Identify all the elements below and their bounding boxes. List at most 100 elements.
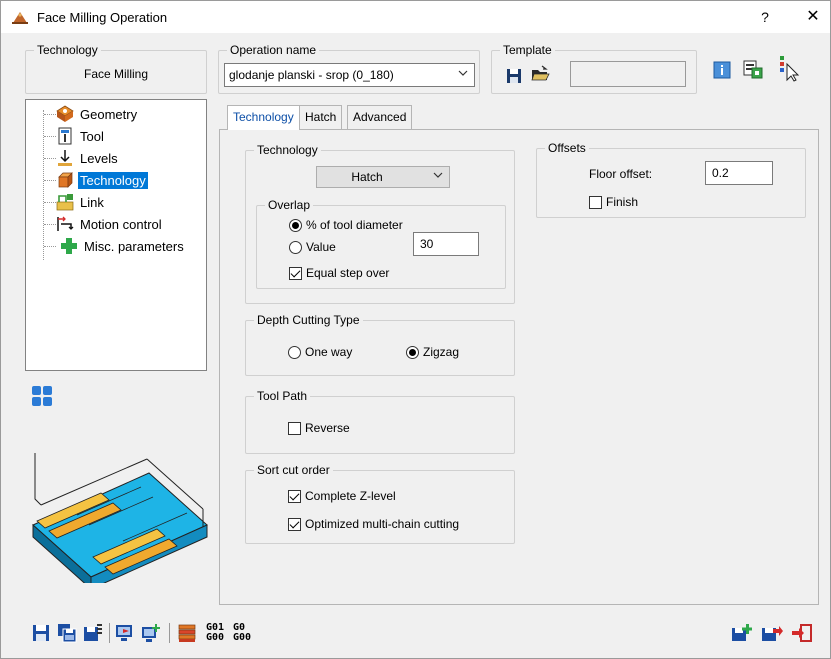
close-button[interactable]: ✕	[801, 6, 825, 28]
overlap-legend: Overlap	[265, 198, 314, 212]
finish-checkbox[interactable]: Finish	[589, 195, 638, 209]
calculate-add-icon[interactable]	[141, 623, 161, 643]
geometry-icon	[56, 105, 74, 122]
calculate-icon[interactable]	[115, 623, 135, 643]
checkbox-box	[289, 266, 302, 280]
app-icon	[12, 12, 28, 24]
toolbar-separator	[109, 623, 110, 643]
technology-mode-select[interactable]: Hatch	[316, 166, 450, 188]
add-operation-icon[interactable]	[731, 623, 753, 643]
template-box: Template	[491, 43, 697, 94]
hatch-preview-image	[32, 453, 208, 583]
overlap-group: Overlap % of tool diameter Value 30 Equa…	[256, 198, 506, 289]
save-all-icon[interactable]	[57, 623, 77, 643]
overlap-percent-radio[interactable]: % of tool diameter	[289, 218, 403, 232]
radio-dot	[406, 345, 419, 359]
overlap-value-field[interactable]: 30	[413, 232, 479, 256]
title-bar: Face Milling Operation ? ✕	[1, 1, 830, 33]
tree-item-label: Misc. parameters	[84, 238, 184, 254]
zigzag-radio[interactable]: Zigzag	[406, 345, 459, 359]
tree-item-misc-parameters[interactable]: Misc. parameters	[60, 236, 186, 256]
save-list-icon[interactable]	[83, 623, 103, 643]
reverse-checkbox[interactable]: Reverse	[288, 421, 350, 435]
template-legend: Template	[500, 43, 555, 57]
complete-z-level-label: Complete Z-level	[305, 489, 396, 503]
tree-hline	[44, 180, 56, 181]
overlap-value-radio[interactable]: Value	[289, 240, 336, 254]
technology-tab-panel: Technology Hatch Overlap % of tool diame…	[219, 129, 819, 605]
tab-hatch[interactable]: Hatch	[299, 105, 343, 129]
motion-control-icon	[57, 216, 74, 231]
tree-item-label: Tool	[80, 128, 104, 144]
tree-item-levels[interactable]: Levels	[56, 148, 120, 168]
operation-preview-icon[interactable]	[742, 58, 764, 80]
save-icon[interactable]	[31, 623, 51, 643]
radio-dot	[288, 345, 301, 359]
bottom-toolbar: G01 G00 G0 G00	[1, 605, 830, 657]
face-milling-window: Face Milling Operation ? ✕ Technology Fa…	[0, 0, 831, 659]
chevron-down-icon	[433, 172, 443, 178]
finish-label: Finish	[606, 195, 639, 209]
sort-cut-order-group: Sort cut order Complete Z-level Optimize…	[245, 463, 515, 544]
help-button[interactable]: ?	[753, 6, 777, 28]
open-template-icon[interactable]	[530, 64, 550, 84]
operation-name-select[interactable]: glodanje planski - srop (0_180)	[224, 63, 475, 87]
operation-name-box: Operation name glodanje planski - srop (…	[218, 43, 480, 94]
window-title: Face Milling Operation	[37, 10, 168, 25]
equal-step-checkbox[interactable]: Equal step over	[289, 266, 389, 280]
tree-hline	[44, 224, 56, 225]
floor-offset-field[interactable]: 0.2	[705, 161, 773, 185]
one-way-radio[interactable]: One way	[288, 345, 352, 359]
depth-cutting-legend: Depth Cutting Type	[254, 313, 363, 327]
stock-layers-icon[interactable]	[177, 623, 197, 643]
checkbox-box	[589, 195, 602, 209]
technology-info-box: Technology Face Milling	[25, 43, 207, 94]
sort-cut-order-legend: Sort cut order	[254, 463, 333, 477]
gcode-button-g00[interactable]: G0 G00	[233, 623, 251, 643]
tree-hline	[44, 114, 56, 115]
template-name-field[interactable]	[570, 61, 686, 87]
zigzag-label: Zigzag	[423, 345, 460, 359]
toolbar-separator	[169, 623, 170, 643]
checkbox-box	[288, 421, 301, 435]
optimized-multi-chain-checkbox[interactable]: Optimized multi-chain cutting	[288, 517, 459, 531]
levels-icon	[58, 150, 72, 166]
save-exit-icon[interactable]	[761, 623, 783, 643]
checkbox-box	[288, 517, 301, 531]
technology-info-legend: Technology	[34, 43, 101, 57]
complete-z-level-checkbox[interactable]: Complete Z-level	[288, 489, 396, 503]
tab-technology[interactable]: Technology	[227, 105, 300, 130]
operation-name-value: glodanje planski - srop (0_180)	[229, 68, 394, 82]
gcode-label: G00	[206, 632, 225, 643]
tree-item-label: Link	[80, 194, 104, 210]
gcode-button-g01[interactable]: G01 G00	[206, 623, 224, 643]
tree-hline	[44, 158, 56, 159]
tool-path-legend: Tool Path	[254, 389, 311, 403]
tree-item-geometry[interactable]: Geometry	[56, 104, 139, 124]
offsets-group: Offsets Floor offset: 0.2 Finish	[536, 141, 806, 218]
plus-icon	[61, 238, 77, 254]
tree-item-technology[interactable]: Technology	[56, 170, 148, 190]
tab-advanced[interactable]: Advanced	[347, 105, 413, 129]
technology-group: Technology Hatch Overlap % of tool diame…	[245, 143, 515, 304]
gcode-label: G00	[233, 632, 252, 643]
tree-item-motion-control[interactable]: Motion control	[56, 214, 164, 234]
link-icon	[56, 194, 74, 211]
tree-item-tool[interactable]: Tool	[56, 126, 106, 146]
technology-group-legend: Technology	[254, 143, 321, 157]
reverse-label: Reverse	[305, 421, 350, 435]
tree-item-link[interactable]: Link	[56, 192, 106, 212]
tree-item-label: Levels	[80, 150, 118, 166]
floor-offset-label: Floor offset:	[589, 167, 653, 181]
tree-hline	[44, 136, 56, 137]
exit-icon[interactable]	[791, 623, 813, 643]
equal-step-label: Equal step over	[306, 266, 390, 280]
optimized-multi-chain-label: Optimized multi-chain cutting	[305, 517, 460, 531]
offsets-legend: Offsets	[545, 141, 589, 155]
tree-hline	[44, 246, 56, 247]
pick-pointer-icon[interactable]	[776, 54, 802, 82]
info-icon[interactable]	[712, 60, 732, 80]
view-mode-icon[interactable]	[31, 385, 53, 407]
technology-mode-value: Hatch	[351, 170, 383, 184]
save-template-icon[interactable]	[504, 66, 524, 86]
